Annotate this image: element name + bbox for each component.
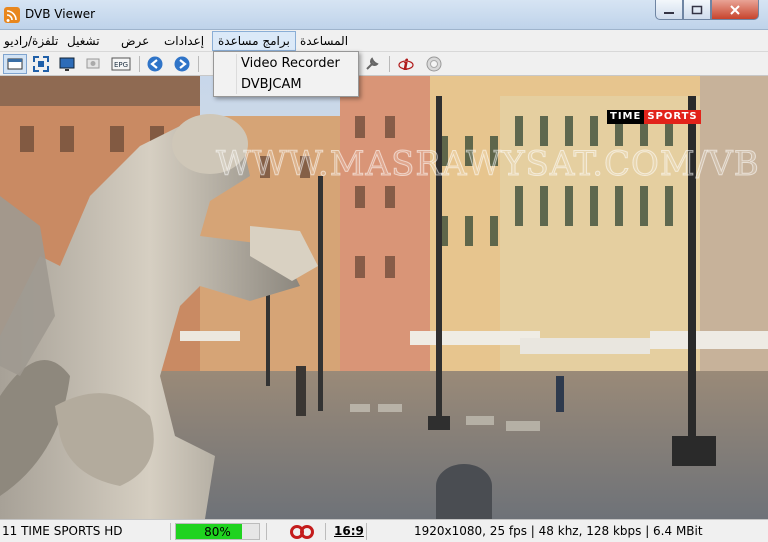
menu-item-dvbjcam[interactable]: DVBJCAM — [241, 77, 302, 92]
back-icon[interactable] — [145, 54, 165, 74]
channel-logo-part-a: TIME — [607, 110, 645, 124]
epg-icon[interactable]: EPG — [109, 54, 133, 74]
status-bar: 11 TIME SPORTS HD 80% 16:9 1920x1080, 25… — [0, 519, 768, 542]
info-icon[interactable]: i — [396, 54, 416, 74]
menu-settings[interactable]: إعدادات — [164, 34, 204, 48]
toolbar: EPG i — [0, 52, 768, 76]
stream-info: 1920x1080, 25 fps | 48 khz, 128 kbps | 6… — [414, 524, 703, 538]
menu-playback[interactable]: تشغيل — [67, 34, 100, 48]
menu-item-video-recorder[interactable]: Video Recorder — [241, 56, 340, 71]
close-button[interactable] — [711, 0, 759, 20]
title-bar[interactable]: DVB Viewer — [0, 0, 768, 30]
video-area[interactable]: WWW.MASRAWYSAT.COM/VB TIME SPORTS — [0, 76, 768, 519]
channel-logo: TIME SPORTS — [607, 110, 701, 124]
aspect-ratio[interactable]: 16:9 — [334, 524, 364, 538]
menu-view[interactable]: عرض — [121, 34, 149, 48]
settings-icon[interactable] — [362, 54, 382, 74]
window-icon[interactable] — [3, 54, 27, 74]
video-frame — [0, 76, 768, 519]
svg-text:EPG: EPG — [114, 61, 128, 69]
desktop-icon[interactable] — [57, 54, 77, 74]
minimize-button[interactable] — [655, 0, 683, 20]
menu-bar: المساعدة برامج مساعدة إعدادات عرض تشغيل … — [0, 30, 768, 52]
menu-tools[interactable]: برامج مساعدة — [212, 31, 296, 51]
channel-logo-part-b: SPORTS — [644, 110, 701, 124]
window-title: DVB Viewer — [25, 7, 96, 21]
signal-strength-bar: 80% — [175, 523, 260, 540]
signal-strength-label: 80% — [204, 525, 231, 539]
menu-tv-radio[interactable]: تلفزة/راديو — [4, 34, 58, 48]
record-icon[interactable] — [424, 54, 444, 74]
record-status-icon — [290, 525, 314, 542]
channel-name: 11 TIME SPORTS HD — [2, 524, 123, 538]
menu-help[interactable]: المساعدة — [300, 34, 348, 48]
maximize-button[interactable] — [683, 0, 711, 20]
forward-icon[interactable] — [172, 54, 192, 74]
watermark-text: WWW.MASRAWYSAT.COM/VB — [216, 144, 760, 185]
close-icon — [730, 4, 740, 15]
osd-icon[interactable] — [83, 54, 103, 74]
tools-dropdown-menu: Video Recorder DVBJCAM — [213, 51, 359, 97]
fullscreen-icon[interactable] — [31, 54, 51, 74]
dvbviewer-icon — [4, 7, 20, 23]
